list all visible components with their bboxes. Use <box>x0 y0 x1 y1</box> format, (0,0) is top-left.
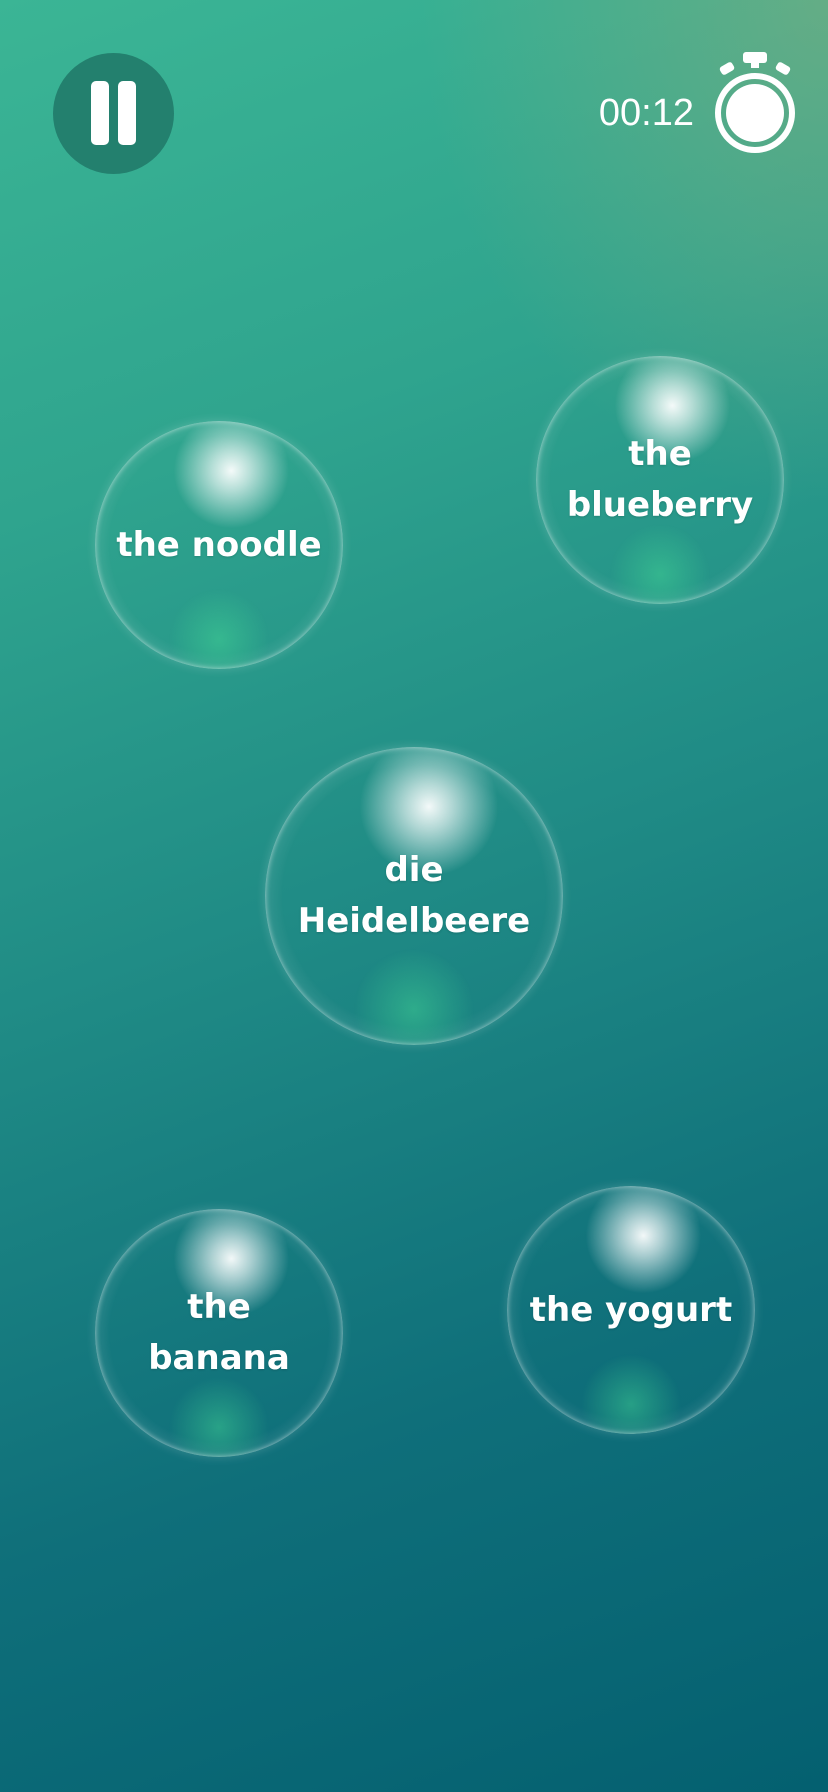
timer-display: 00:12 <box>598 92 694 134</box>
pause-button[interactable] <box>53 53 174 174</box>
word-bubble-die-heidelbeere[interactable]: die Heidelbeere <box>265 747 563 1045</box>
bubble-label: the banana <box>148 1287 290 1378</box>
pause-icon <box>91 81 109 145</box>
bubble-label: die Heidelbeere <box>297 850 531 941</box>
word-bubble-the-yogurt[interactable]: the yogurt <box>507 1186 755 1434</box>
game-screen: 00:12 the blueberry the noodle die Heide… <box>0 0 828 1792</box>
word-bubble-the-blueberry[interactable]: the blueberry <box>536 356 784 604</box>
word-bubble-the-banana[interactable]: the banana <box>95 1209 343 1457</box>
bubble-label: the yogurt <box>529 1289 733 1330</box>
bubble-label: the blueberry <box>566 434 754 525</box>
stopwatch-icon <box>715 52 795 153</box>
bubble-label: the noodle <box>116 524 322 565</box>
pause-icon-bar <box>118 81 136 145</box>
word-bubble-the-noodle[interactable]: the noodle <box>95 421 343 669</box>
